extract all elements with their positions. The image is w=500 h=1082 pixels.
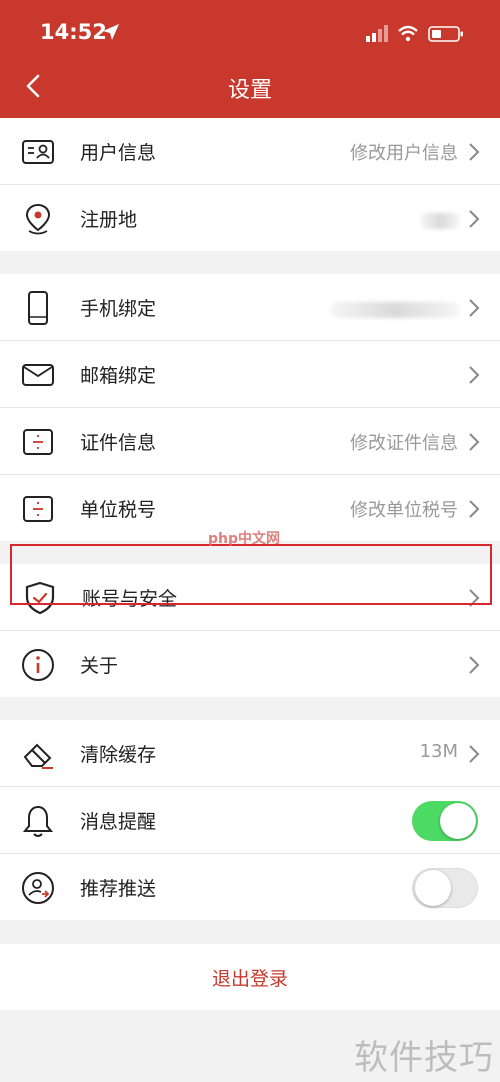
- row-label: 关于: [80, 655, 119, 677]
- settings-group-security: 账号与安全 关于: [0, 564, 500, 697]
- document-icon: [23, 429, 53, 455]
- row-recommend-push: 推荐推送: [0, 854, 500, 920]
- page-title: 设置: [227, 78, 272, 103]
- status-icons: [366, 24, 466, 44]
- row-user-info[interactable]: 用户信息 修改用户信息: [0, 118, 500, 185]
- id-card-icon: [22, 140, 54, 164]
- status-time: 14:52: [40, 20, 107, 44]
- chevron-right-icon: [469, 433, 480, 451]
- row-label: 邮箱绑定: [80, 365, 157, 387]
- location-pin-icon: [25, 203, 51, 235]
- redacted-value: [330, 302, 460, 318]
- row-label: 用户信息: [80, 142, 157, 164]
- row-registration-place[interactable]: 注册地: [0, 185, 500, 251]
- row-phone-binding[interactable]: 手机绑定: [0, 274, 500, 341]
- chevron-right-icon: [469, 745, 480, 763]
- toggle-knob: [415, 870, 451, 906]
- chevron-right-icon: [469, 299, 480, 317]
- logout-label: 退出登录: [211, 968, 288, 990]
- location-arrow-icon: [103, 24, 119, 40]
- phone-icon: [28, 291, 48, 325]
- row-label: 账号与安全: [82, 588, 178, 610]
- mail-icon: [22, 364, 54, 386]
- row-label: 手机绑定: [80, 298, 157, 320]
- row-value: 修改证件信息: [350, 433, 458, 454]
- chevron-right-icon: [469, 589, 480, 607]
- recommend-push-toggle[interactable]: [412, 868, 478, 908]
- user-push-icon: [22, 872, 54, 904]
- toggle-knob: [440, 803, 476, 839]
- settings-group-misc: 清除缓存 13M 消息提醒 推荐推送: [0, 720, 500, 920]
- row-email-binding[interactable]: 邮箱绑定: [0, 341, 500, 408]
- document-icon: [23, 496, 53, 522]
- row-id-info[interactable]: 证件信息 修改证件信息: [0, 408, 500, 475]
- chevron-right-icon: [469, 500, 480, 518]
- eraser-icon: [23, 743, 53, 769]
- message-alert-toggle[interactable]: [412, 801, 478, 841]
- redacted-value: [420, 213, 460, 229]
- row-label: 证件信息: [80, 432, 157, 454]
- row-value: 修改用户信息: [350, 143, 458, 164]
- signal-wifi-battery-icon: [366, 25, 463, 42]
- row-label: 推荐推送: [80, 878, 157, 900]
- bell-icon: [22, 805, 54, 837]
- chevron-right-icon: [469, 143, 480, 161]
- cache-size: 13M: [419, 741, 458, 762]
- row-clear-cache[interactable]: 清除缓存 13M: [0, 720, 500, 787]
- watermark-corner: 软件技巧: [354, 1038, 494, 1078]
- info-icon: [22, 649, 54, 681]
- row-value: 修改单位税号: [350, 500, 458, 521]
- row-label: 消息提醒: [80, 811, 157, 833]
- chevron-right-icon: [469, 656, 480, 674]
- row-account-security[interactable]: 账号与安全: [0, 564, 500, 631]
- watermark-php: php中文网: [208, 531, 281, 547]
- row-label: 注册地: [80, 209, 138, 231]
- row-message-alert: 消息提醒: [0, 787, 500, 854]
- logout-button[interactable]: 退出登录: [0, 944, 500, 1010]
- chevron-right-icon: [469, 210, 480, 228]
- header-bar: 14:52 设置: [0, 0, 500, 118]
- row-label: 单位税号: [80, 499, 157, 521]
- row-label: 清除缓存: [80, 744, 157, 766]
- settings-group-account: 手机绑定 邮箱绑定 证件信息 修改证件信息 单位税号 修改单位税号: [0, 274, 500, 541]
- shield-icon: [25, 581, 55, 615]
- row-about[interactable]: 关于: [0, 631, 500, 697]
- chevron-right-icon: [469, 366, 480, 384]
- settings-group-profile: 用户信息 修改用户信息 注册地: [0, 118, 500, 251]
